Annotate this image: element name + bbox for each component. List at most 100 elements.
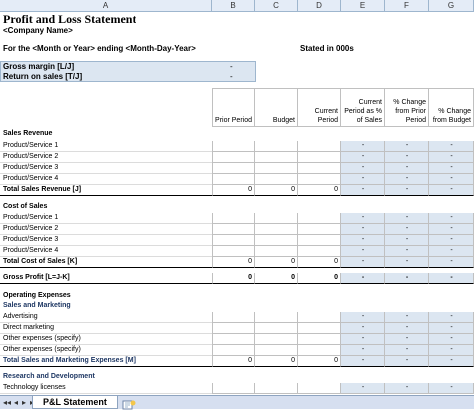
gross-profit-value-4: - (361, 274, 365, 281)
rev-product-2-value-4: - (361, 153, 365, 160)
total-sales-marketing-value-2: 0 (291, 357, 295, 364)
row-divider (0, 393, 212, 394)
total-sales-marketing-value-1: 0 (248, 357, 252, 364)
sm-other-1-value-4: - (361, 335, 365, 342)
gross-profit-value-5: - (405, 274, 409, 281)
rev-product-1-cell-1[interactable] (212, 141, 255, 152)
total-sales-revenue-value-1: 0 (248, 186, 252, 193)
rd-technology-licenses-cell-2[interactable] (255, 383, 298, 394)
column-header-c[interactable]: C (255, 0, 298, 11)
return-on-sales-value[interactable]: - (230, 72, 233, 82)
sm-other-2-cell-1[interactable] (212, 345, 255, 356)
rev-product-1-value-6: - (450, 142, 453, 149)
sm-advertising-cell-1[interactable] (212, 312, 255, 323)
sm-direct-marketing-cell-1[interactable] (212, 323, 255, 334)
rev-product-2-cell-2[interactable] (255, 152, 298, 163)
sm-direct-marketing-value-6: - (450, 324, 453, 331)
cos-product-1-cell-3[interactable] (298, 213, 341, 224)
cos-product-4-cell-2[interactable] (255, 246, 298, 257)
row-divider (0, 283, 212, 284)
rev-product-4-cell-1[interactable] (212, 174, 255, 185)
sm-other-1-cell-2[interactable] (255, 334, 298, 345)
sm-advertising-cell-3[interactable] (298, 312, 341, 323)
gross-margin-label: Gross margin [L/J] (3, 62, 75, 71)
gross-margin-value[interactable]: - (230, 62, 233, 72)
cos-product-3-value-4: - (361, 236, 365, 243)
first-sheet-button[interactable]: ◂◂ (3, 397, 11, 408)
cos-product-4-value-6: - (450, 247, 453, 254)
cos-product-4-cell-1[interactable] (212, 246, 255, 257)
rev-product-3-cell-3[interactable] (298, 163, 341, 174)
cos-product-2-cell-3[interactable] (298, 224, 341, 235)
spreadsheet-grid[interactable]: A B C D E F G Profit and Loss Statement … (0, 0, 474, 395)
cos-product-1-cell-2[interactable] (255, 213, 298, 224)
rev-product-1-cell-3[interactable] (298, 141, 341, 152)
row-divider (0, 366, 212, 367)
sm-other-2-value-5: - (405, 346, 409, 353)
sm-direct-marketing-cell-3[interactable] (298, 323, 341, 334)
sm-direct-marketing-cell-2[interactable] (255, 323, 298, 334)
cos-product-2-value-5: - (405, 225, 409, 232)
cos-product-3-cell-2[interactable] (255, 235, 298, 246)
cos-product-1-value-4: - (361, 214, 365, 221)
next-sheet-button[interactable]: ▸ (22, 397, 26, 408)
cos-product-2-cell-1[interactable] (212, 224, 255, 235)
cos-product-3-cell-3[interactable] (298, 235, 341, 246)
cos-product-2-value-6: - (450, 225, 453, 232)
cos-product-1-value-6: - (450, 214, 453, 221)
total-cost-of-sales-value-2: 0 (291, 258, 295, 265)
sm-other-2-cell-2[interactable] (255, 345, 298, 356)
cos-product-4-value-5: - (405, 247, 409, 254)
sm-advertising-value-5: - (405, 313, 409, 320)
period-line: For the <Month or Year> ending <Month-Da… (3, 44, 196, 53)
column-header-d[interactable]: D (298, 0, 341, 11)
rev-product-4-cell-3[interactable] (298, 174, 341, 185)
rev-product-1-cell-2[interactable] (255, 141, 298, 152)
sales-marketing-title-label: Sales and Marketing (3, 302, 71, 309)
rd-technology-licenses-value-4: - (361, 384, 365, 391)
column-header-e[interactable]: E (341, 0, 385, 11)
total-sales-revenue-value-3: 0 (334, 186, 338, 193)
rev-product-2-value-6: - (450, 153, 453, 160)
column-header-g[interactable]: G (429, 0, 474, 11)
cos-product-2-value-4: - (361, 225, 365, 232)
sm-other-2-value-6: - (450, 346, 453, 353)
sm-other-1-cell-1[interactable] (212, 334, 255, 345)
gross-profit-value-3: 0 (334, 274, 338, 281)
total-sales-revenue-value-4: - (361, 186, 365, 193)
rd-technology-licenses-cell-1[interactable] (212, 383, 255, 394)
sm-direct-marketing-value-4: - (361, 324, 365, 331)
cos-product-2-cell-2[interactable] (255, 224, 298, 235)
cos-product-4-cell-3[interactable] (298, 246, 341, 257)
header-cur-pct-l3: of Sales (356, 117, 382, 124)
sm-other-2-cell-3[interactable] (298, 345, 341, 356)
rev-product-3-cell-2[interactable] (255, 163, 298, 174)
cos-product-3-value-5: - (405, 236, 409, 243)
rev-product-1-value-4: - (361, 142, 365, 149)
rd-technology-licenses-cell-3[interactable] (298, 383, 341, 394)
rd-technology-licenses-value-6: - (450, 384, 453, 391)
sm-other-1-value-6: - (450, 335, 453, 342)
header-chg-budget-l2: from Budget (432, 117, 471, 124)
cos-product-1-cell-1[interactable] (212, 213, 255, 224)
column-header-a[interactable]: A (0, 0, 212, 11)
total-sales-revenue-value-5: - (405, 186, 409, 193)
gross-profit-value-6: - (450, 274, 453, 281)
header-chg-prior-l3: Period (405, 117, 426, 124)
rd-title-label: Research and Development (3, 373, 95, 380)
insert-sheet-icon[interactable] (122, 397, 136, 410)
rev-product-2-cell-1[interactable] (212, 152, 255, 163)
sm-other-1-cell-3[interactable] (298, 334, 341, 345)
rev-product-4-cell-2[interactable] (255, 174, 298, 185)
cos-product-4-value-4: - (361, 247, 365, 254)
tab-pl-statement[interactable]: P&L Statement (32, 396, 118, 409)
rev-product-3-cell-1[interactable] (212, 163, 255, 174)
column-header-f[interactable]: F (385, 0, 429, 11)
column-header-b[interactable]: B (212, 0, 255, 11)
gross-profit-value-1: 0 (248, 274, 252, 281)
prev-sheet-button[interactable]: ◂ (14, 397, 18, 408)
sm-advertising-cell-2[interactable] (255, 312, 298, 323)
cos-product-3-cell-1[interactable] (212, 235, 255, 246)
rev-product-2-cell-3[interactable] (298, 152, 341, 163)
rev-product-1-value-5: - (405, 142, 409, 149)
